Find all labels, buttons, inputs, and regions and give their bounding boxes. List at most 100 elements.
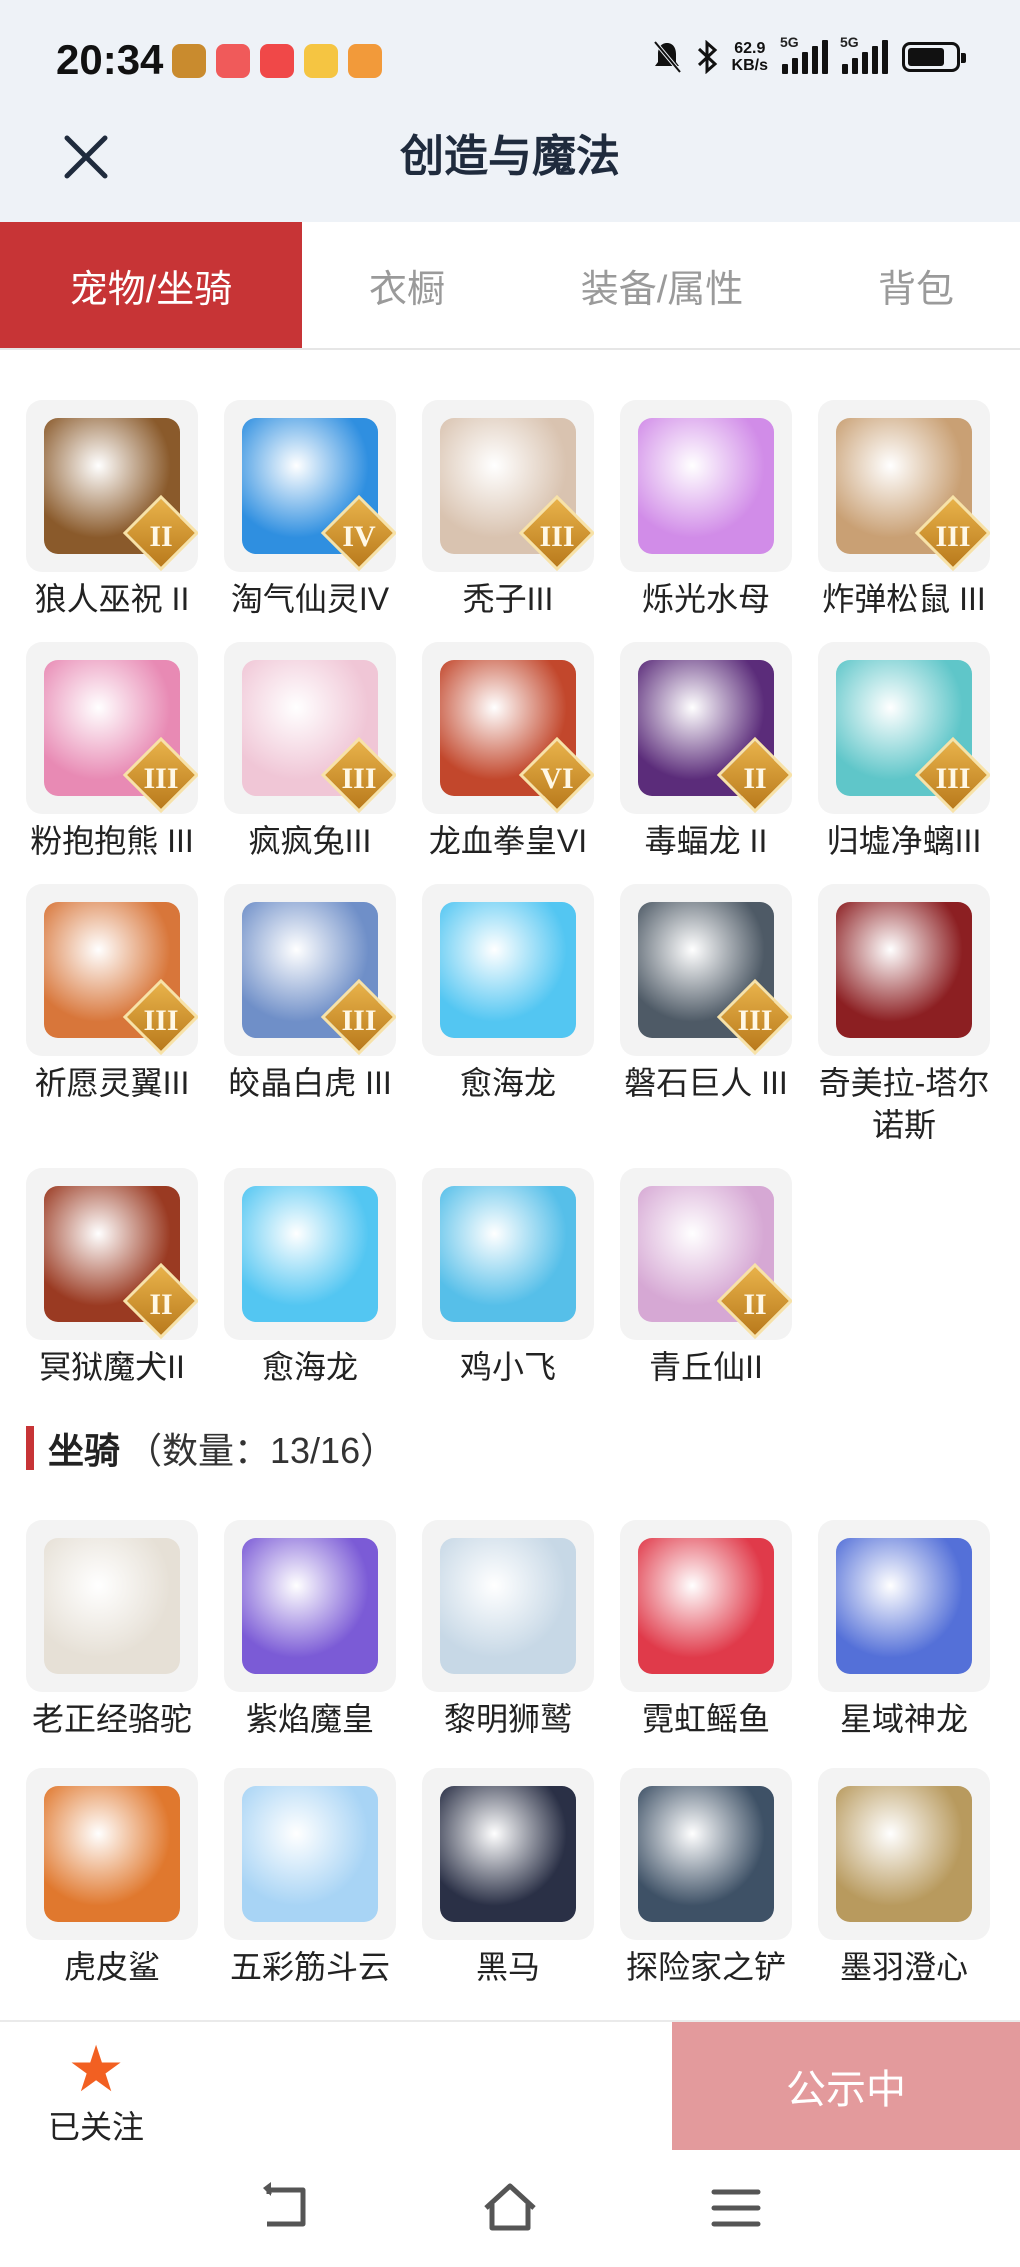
item-name: 皎晶白虎 III bbox=[228, 1065, 392, 1101]
item-thumbnail bbox=[422, 884, 594, 1056]
tier-badge-text: II bbox=[149, 1288, 173, 1321]
mute-bell-icon bbox=[653, 40, 682, 74]
mount-card[interactable]: 黎明狮鹫 bbox=[422, 1520, 594, 1740]
item-artwork bbox=[836, 902, 972, 1038]
pet-card[interactable]: III 磐石巨人 III bbox=[620, 884, 792, 1146]
item-thumbnail: III bbox=[422, 400, 594, 572]
pet-card[interactable]: III 粉抱抱熊 III bbox=[26, 642, 198, 862]
status-app-icons bbox=[172, 44, 382, 78]
app-notification-icon bbox=[348, 44, 382, 78]
pet-card[interactable]: 奇美拉-塔尔诺斯 bbox=[818, 884, 990, 1146]
pet-card[interactable]: II 青丘仙II bbox=[620, 1168, 792, 1388]
pet-card[interactable]: II 毒蝠龙 II bbox=[620, 642, 792, 862]
item-thumbnail bbox=[26, 1768, 198, 1940]
follow-label: 已关注 bbox=[47, 2109, 144, 2145]
item-name: 狼人巫祝 II bbox=[34, 581, 190, 617]
follow-button[interactable]: ★ 已关注 bbox=[46, 2037, 146, 2148]
item-thumbnail bbox=[422, 1520, 594, 1692]
item-name: 祈愿灵翼III bbox=[34, 1065, 190, 1101]
section-count: （数量：13/16） bbox=[126, 1430, 397, 1471]
item-name: 紫焰魔皇 bbox=[245, 1701, 374, 1737]
mount-card[interactable]: 霓虹鳐鱼 bbox=[620, 1520, 792, 1740]
mount-section-header: 坐骑 （数量：13/16） bbox=[26, 1422, 396, 1474]
home-nav-icon[interactable] bbox=[480, 2178, 540, 2238]
weibo-icon bbox=[304, 44, 338, 78]
mount-card[interactable]: 探险家之铲 bbox=[620, 1768, 792, 1988]
tab-wardrobe[interactable]: 衣橱 bbox=[302, 222, 512, 348]
item-artwork bbox=[638, 418, 774, 554]
item-thumbnail bbox=[26, 1520, 198, 1692]
item-artwork bbox=[440, 902, 576, 1038]
pet-card[interactable]: 愈海龙 bbox=[422, 884, 594, 1146]
back-nav-icon[interactable] bbox=[255, 2178, 315, 2238]
mount-card[interactable]: 五彩筋斗云 bbox=[224, 1768, 396, 1988]
item-name: 毒蝠龙 II bbox=[644, 823, 768, 859]
mount-card[interactable]: 黑马 bbox=[422, 1768, 594, 1988]
tab-pets-mounts[interactable]: 宠物/坐骑 bbox=[0, 222, 302, 348]
item-artwork bbox=[638, 1786, 774, 1922]
mount-grid: 老正经骆驼 紫焰魔皇 黎明狮鹫 霓虹鳐鱼 星域神龙虎皮鲨 五彩筋斗云 黑马 探险家之铲 墨羽澄心 bbox=[26, 1520, 990, 1988]
item-name: 龙血拳皇VI bbox=[428, 823, 588, 859]
item-artwork bbox=[440, 1538, 576, 1674]
bottom-action-bar: ★ 已关注 公示中 bbox=[0, 2020, 1020, 2150]
mount-card[interactable]: 老正经骆驼 bbox=[26, 1520, 198, 1740]
status-indicators: 62.9 KB/s 5G 5G bbox=[652, 34, 966, 74]
tier-badge-text: III bbox=[935, 762, 971, 795]
pet-card[interactable]: 愈海龙 bbox=[224, 1168, 396, 1388]
mount-card[interactable]: 紫焰魔皇 bbox=[224, 1520, 396, 1740]
publicity-button[interactable]: 公示中 bbox=[672, 2022, 1020, 2150]
item-artwork bbox=[440, 1786, 576, 1922]
status-bar: 20:34 62.9 KB/s 5G 5G bbox=[0, 0, 1020, 110]
signal-icon: 5G bbox=[840, 34, 888, 74]
item-name: 青丘仙II bbox=[649, 1349, 763, 1385]
item-name: 冥狱魔犬II bbox=[39, 1349, 185, 1385]
item-artwork bbox=[836, 1786, 972, 1922]
pet-card[interactable]: II 狼人巫祝 II bbox=[26, 400, 198, 620]
item-list[interactable]: II 狼人巫祝 II IV 淘气仙灵IV III 秃子III 烁光水母 III 炸弹松鼠 III… bbox=[0, 352, 1020, 2020]
menu-nav-icon[interactable] bbox=[706, 2178, 766, 2238]
item-name: 星域神龙 bbox=[839, 1701, 968, 1737]
tier-badge-text: III bbox=[737, 1004, 773, 1037]
tier-badge-text: VI bbox=[540, 762, 574, 795]
item-name: 墨羽澄心 bbox=[839, 1949, 968, 1985]
item-artwork bbox=[242, 1538, 378, 1674]
pet-card[interactable]: IV 淘气仙灵IV bbox=[224, 400, 396, 620]
item-name: 淘气仙灵IV bbox=[230, 581, 390, 617]
item-name: 五彩筋斗云 bbox=[229, 1949, 390, 1985]
pet-card[interactable]: VI 龙血拳皇VI bbox=[422, 642, 594, 862]
pet-card[interactable]: 烁光水母 bbox=[620, 400, 792, 620]
item-artwork bbox=[44, 1538, 180, 1674]
item-thumbnail: VI bbox=[422, 642, 594, 814]
item-thumbnail bbox=[422, 1768, 594, 1940]
item-artwork bbox=[440, 1186, 576, 1322]
mount-card[interactable]: 虎皮鲨 bbox=[26, 1768, 198, 1988]
pet-card[interactable]: III 归墟净螭III bbox=[818, 642, 990, 862]
tier-badge-text: III bbox=[341, 762, 377, 795]
item-thumbnail: II bbox=[620, 1168, 792, 1340]
net-speed: 62.9 KB/s bbox=[731, 40, 768, 74]
pet-card[interactable]: II 冥狱魔犬II bbox=[26, 1168, 198, 1388]
pet-card[interactable]: 鸡小飞 bbox=[422, 1168, 594, 1388]
section-title: 坐骑 bbox=[48, 1430, 121, 1471]
pet-card[interactable]: III 秃子III bbox=[422, 400, 594, 620]
item-thumbnail: III bbox=[224, 884, 396, 1056]
bluetooth-icon bbox=[697, 40, 717, 74]
pet-card[interactable]: III 炸弹松鼠 III bbox=[818, 400, 990, 620]
app-notification-icon bbox=[260, 44, 294, 78]
mount-card[interactable]: 星域神龙 bbox=[818, 1520, 990, 1740]
item-thumbnail: III bbox=[26, 884, 198, 1056]
tab-equipment[interactable]: 装备/属性 bbox=[512, 222, 812, 348]
item-thumbnail bbox=[818, 1768, 990, 1940]
pet-card[interactable]: III 疯疯兔III bbox=[224, 642, 396, 862]
item-name: 探险家之铲 bbox=[625, 1949, 786, 1985]
section-accent-bar bbox=[26, 1426, 34, 1470]
pet-card[interactable]: III 皎晶白虎 III bbox=[224, 884, 396, 1146]
pet-card[interactable]: III 祈愿灵翼III bbox=[26, 884, 198, 1146]
item-thumbnail: IV bbox=[224, 400, 396, 572]
item-thumbnail: II bbox=[26, 1168, 198, 1340]
item-name: 烁光水母 bbox=[641, 581, 770, 617]
tab-backpack[interactable]: 背包 bbox=[812, 222, 1020, 348]
tier-badge-text: II bbox=[743, 762, 767, 795]
item-thumbnail bbox=[818, 884, 990, 1056]
mount-card[interactable]: 墨羽澄心 bbox=[818, 1768, 990, 1988]
